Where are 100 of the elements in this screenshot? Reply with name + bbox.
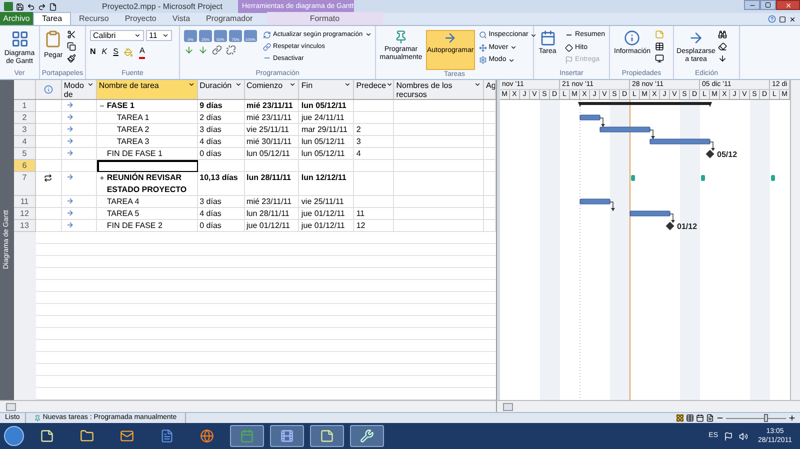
restore-icon[interactable] xyxy=(779,16,786,22)
volume-icon[interactable] xyxy=(739,432,748,440)
meeting-marker xyxy=(701,175,705,181)
details-icon[interactable] xyxy=(654,42,664,51)
task-name: TAREA 5 xyxy=(106,208,140,220)
task-mode-icon xyxy=(66,113,74,121)
command-icon xyxy=(478,31,487,40)
table-cell: lun 05/12/11 xyxy=(299,136,354,148)
font-name-field[interactable]: Calibri xyxy=(90,30,144,41)
table-cell: mar 29/11/11 xyxy=(299,124,354,136)
table-cell xyxy=(354,196,394,208)
wrench-icon xyxy=(360,429,374,443)
table-cell: 10,13 días xyxy=(198,172,245,196)
expand-icon[interactable] xyxy=(98,175,105,181)
zoom-slider[interactable] xyxy=(726,414,786,422)
column-header[interactable]: Duración xyxy=(198,80,245,99)
ribbon-tab[interactable]: Tarea xyxy=(33,12,72,25)
clear-icon[interactable] xyxy=(718,42,727,51)
table-cell: lun 05/12/11 xyxy=(299,148,354,160)
row-number[interactable]: 4 xyxy=(14,136,36,148)
table-cell: 2 días xyxy=(198,112,245,124)
table-cell xyxy=(244,160,300,172)
taskbar-app[interactable] xyxy=(350,425,384,447)
zoom-in-icon[interactable] xyxy=(788,414,796,422)
ribbon-tab[interactable]: Proyecto xyxy=(116,12,164,25)
save-icon[interactable] xyxy=(16,2,24,10)
row-number[interactable]: 5 xyxy=(14,148,36,160)
new-file-icon[interactable] xyxy=(49,2,57,10)
meeting-marker xyxy=(771,175,775,181)
start-button[interactable] xyxy=(4,426,24,446)
font-color-button[interactable]: A xyxy=(139,45,145,59)
close-button[interactable] xyxy=(776,0,800,10)
column-header[interactable]: Nombre de tarea xyxy=(96,80,198,99)
active-cell[interactable] xyxy=(96,160,198,172)
table-cell: 2 xyxy=(354,124,394,136)
row-number[interactable]: 2 xyxy=(14,112,36,124)
row-number[interactable]: 12 xyxy=(14,208,36,220)
ribbon-tab[interactable]: Recurso xyxy=(71,12,117,25)
caret-icon xyxy=(474,81,482,88)
collapse-icon[interactable] xyxy=(98,103,105,109)
information-icon xyxy=(44,85,53,94)
ribbon-tab[interactable]: Programador xyxy=(198,12,261,25)
table-cell xyxy=(354,112,394,124)
caret-icon xyxy=(234,81,242,88)
minimize-button[interactable] xyxy=(744,0,760,10)
milestone-label: 05/12 xyxy=(717,150,738,159)
column-header[interactable]: Fin xyxy=(299,80,354,99)
underline-button[interactable]: S xyxy=(113,46,118,58)
row-number[interactable]: 11 xyxy=(14,196,36,208)
globe-icon xyxy=(200,429,214,443)
maximize-button[interactable] xyxy=(760,0,776,10)
information-icon xyxy=(624,30,640,46)
dependency-arrow xyxy=(600,118,605,128)
meeting-marker xyxy=(631,175,635,181)
column-header[interactable]: Nombres de los recursos xyxy=(394,80,484,99)
format-painter-icon[interactable] xyxy=(66,54,76,63)
calendar-view-icon[interactable] xyxy=(696,414,704,422)
help-icon[interactable] xyxy=(768,15,776,23)
table-cell: lun 28/11/11 xyxy=(244,208,300,220)
redo-icon[interactable] xyxy=(38,2,46,10)
column-header[interactable]: Ag xyxy=(484,80,496,99)
gantt-view-icon[interactable] xyxy=(676,414,684,422)
sheet-view-icon[interactable] xyxy=(686,414,694,422)
column-header[interactable]: Comienzo xyxy=(244,80,300,99)
cut-icon[interactable] xyxy=(66,30,76,39)
caret-icon xyxy=(86,81,94,88)
ribbon-tab[interactable]: Formato xyxy=(266,12,383,25)
ribbon-tab[interactable]: Vista xyxy=(164,12,198,25)
undo-icon[interactable] xyxy=(27,2,35,10)
ribbon-tab[interactable]: Archivo xyxy=(0,12,33,25)
taskbar-app[interactable] xyxy=(310,425,344,447)
row-number[interactable]: 6 xyxy=(14,160,36,172)
command-icon xyxy=(478,44,487,52)
task-name: TAREA 4 xyxy=(106,196,140,208)
task-mode-icon xyxy=(66,149,74,157)
action-center-icon[interactable] xyxy=(724,432,733,440)
bold-button[interactable]: N xyxy=(90,46,96,58)
row-number[interactable]: 3 xyxy=(14,124,36,136)
table-cell: lun 28/11/11 xyxy=(244,172,300,196)
row-number[interactable]: 7 xyxy=(14,172,36,196)
italic-button[interactable]: K xyxy=(102,46,108,58)
column-header[interactable]: Predece xyxy=(354,80,394,99)
row-number[interactable]: 13 xyxy=(14,220,36,232)
mail-icon xyxy=(120,429,134,443)
close-icon[interactable] xyxy=(789,16,796,22)
font-size-field[interactable]: 11 xyxy=(146,30,172,41)
vertical-scrollbar[interactable] xyxy=(790,80,800,400)
table-cell: vie 25/11/11 xyxy=(299,196,354,208)
table-cell: 3 días xyxy=(198,124,245,136)
find-icon[interactable] xyxy=(718,30,727,39)
row-number[interactable]: 1 xyxy=(14,100,36,112)
link-icon[interactable] xyxy=(212,45,222,55)
close-icon xyxy=(784,2,792,8)
caret-icon xyxy=(188,81,195,88)
fill-color-icon[interactable] xyxy=(124,48,134,56)
task-mode-icon xyxy=(66,173,74,181)
unlink-icon[interactable] xyxy=(226,45,236,55)
report-view-icon[interactable] xyxy=(706,414,714,422)
task-bar xyxy=(650,138,710,144)
copy-icon[interactable] xyxy=(66,42,76,51)
